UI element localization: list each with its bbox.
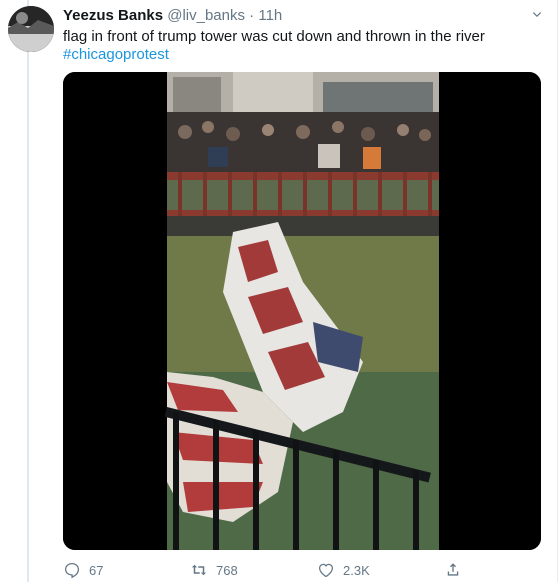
chevron-down-icon[interactable] (530, 8, 544, 22)
tweet-timestamp[interactable]: 11h (258, 7, 282, 24)
hashtag-link[interactable]: #chicagoprotest (63, 46, 543, 64)
like-count: 2.3K (343, 562, 370, 578)
display-name[interactable]: Yeezus Banks (63, 7, 163, 24)
reply-button[interactable]: 67 (63, 560, 103, 580)
heart-icon (318, 563, 334, 578)
tweet-video[interactable] (63, 72, 541, 550)
retweet-button[interactable]: 768 (190, 560, 238, 580)
avatar-image (8, 6, 54, 52)
share-icon (447, 563, 459, 576)
thread-line (27, 0, 29, 582)
user-handle[interactable]: @liv_banks (167, 7, 245, 24)
avatar[interactable] (8, 6, 54, 52)
retweet-icon (191, 564, 207, 576)
separator-dot: · (249, 7, 255, 24)
retweet-count: 768 (216, 562, 238, 578)
tweet[interactable]: Yeezus Banks @liv_banks · 11h flag in fr… (0, 0, 558, 582)
tweet-text: flag in front of trump tower was cut dow… (63, 28, 543, 64)
reply-count: 67 (89, 562, 104, 578)
tweet-header: Yeezus Banks @liv_banks · 11h (63, 8, 282, 24)
reply-icon (64, 562, 80, 579)
tweet-actions: 67 768 2.3K (63, 560, 543, 580)
tweet-body: flag in front of trump tower was cut dow… (63, 28, 485, 45)
video-frame (63, 72, 541, 550)
share-button[interactable] (444, 560, 470, 580)
like-button[interactable]: 2.3K (317, 560, 370, 580)
